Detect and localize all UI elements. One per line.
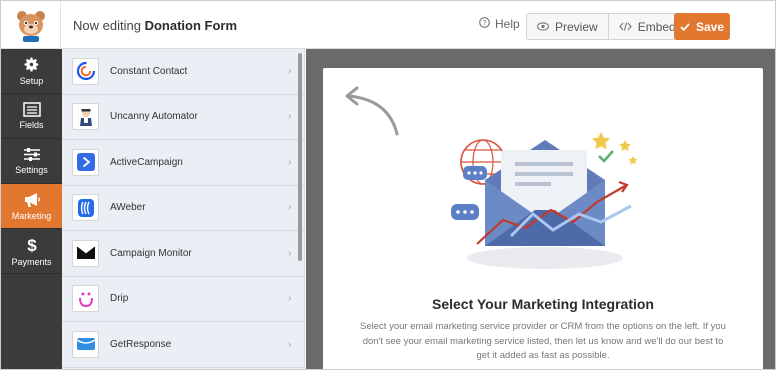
preview-button[interactable]: Preview <box>527 14 608 39</box>
megaphone-icon <box>23 192 41 208</box>
integration-card: Select Your Marketing Integration Select… <box>323 68 763 369</box>
provider-name: AWeber <box>110 202 146 214</box>
provider-item-aweber[interactable]: AWeber › <box>62 186 304 231</box>
save-label: Save <box>695 19 725 34</box>
form-name: Donation Form <box>144 18 237 33</box>
preview-label: Preview <box>555 19 598 34</box>
provider-item-uncanny-automator[interactable]: Uncanny Automator › <box>62 95 304 140</box>
help-label: Help <box>495 17 520 31</box>
svg-text:?: ? <box>482 18 486 27</box>
nav-item-payments[interactable]: $ Payments <box>1 229 62 274</box>
app-window: Now editing Donation Form ? Help Preview… <box>0 0 776 370</box>
nav-item-setup[interactable]: Setup <box>1 49 62 94</box>
getresponse-icon <box>72 330 99 358</box>
nav-item-fields[interactable]: Fields <box>1 94 62 139</box>
aweber-icon <box>72 194 99 222</box>
fields-list-icon <box>22 102 41 117</box>
editing-prefix: Now editing <box>73 18 141 33</box>
provider-item-constant-contact[interactable]: Constant Contact › <box>62 49 304 95</box>
top-bar: Now editing Donation Form ? Help Preview… <box>1 1 775 49</box>
save-button[interactable]: Save <box>674 13 730 40</box>
curved-arrow-icon <box>345 86 399 136</box>
chevron-right-icon: › <box>288 293 292 305</box>
nav-item-settings[interactable]: Settings <box>1 139 62 184</box>
check-icon <box>680 20 690 34</box>
provider-item-getresponse[interactable]: GetResponse › <box>62 322 304 368</box>
nav-label-fields: Fields <box>19 120 44 130</box>
svg-text:$: $ <box>27 236 37 254</box>
provider-name: ActiveCampaign <box>110 156 183 168</box>
nav-label-settings: Settings <box>15 165 48 175</box>
integration-title: Select Your Marketing Integration <box>432 296 654 312</box>
nav-item-marketing[interactable]: Marketing <box>1 184 62 229</box>
gear-icon <box>23 56 40 73</box>
provider-item-campaign-monitor[interactable]: Campaign Monitor › <box>62 231 304 277</box>
sliders-icon <box>23 147 41 162</box>
provider-list: Constant Contact › Uncanny Automator › A… <box>62 49 305 369</box>
provider-item-drip[interactable]: Drip › <box>62 277 304 322</box>
chevron-right-icon: › <box>288 338 292 350</box>
activecampaign-icon <box>72 148 99 176</box>
uncanny-automator-icon <box>72 103 99 131</box>
help-button[interactable]: ? Help <box>479 17 520 31</box>
campaign-monitor-icon <box>72 239 99 267</box>
provider-name: Constant Contact <box>110 65 188 77</box>
provider-name: Uncanny Automator <box>110 111 198 123</box>
provider-name: Drip <box>110 293 129 305</box>
nav-label-marketing: Marketing <box>11 210 52 221</box>
dollar-icon: $ <box>26 236 38 254</box>
wpforms-logo[interactable] <box>1 1 61 49</box>
nav-label-payments: Payments <box>11 256 52 267</box>
integration-description: Select your email marketing service prov… <box>360 321 726 361</box>
help-icon: ? <box>479 17 490 31</box>
provider-name: GetResponse <box>110 338 172 350</box>
left-sidebar: Setup Fields Settings Marketing $ Paymen… <box>1 49 62 369</box>
editing-label: Now editing Donation Form <box>73 18 237 33</box>
preview-embed-group: Preview Embed <box>526 13 687 40</box>
provider-item-activecampaign[interactable]: ActiveCampaign › <box>62 140 304 186</box>
drip-icon <box>72 285 99 313</box>
provider-name: Campaign Monitor <box>110 247 192 259</box>
email-marketing-illustration <box>451 132 638 269</box>
provider-list-scrollbar[interactable] <box>298 53 302 261</box>
embed-label: Embed <box>637 19 676 34</box>
code-icon <box>618 20 632 34</box>
nav-label-setup: Setup <box>19 76 44 86</box>
constant-contact-icon <box>72 57 99 85</box>
eye-icon <box>536 20 550 34</box>
